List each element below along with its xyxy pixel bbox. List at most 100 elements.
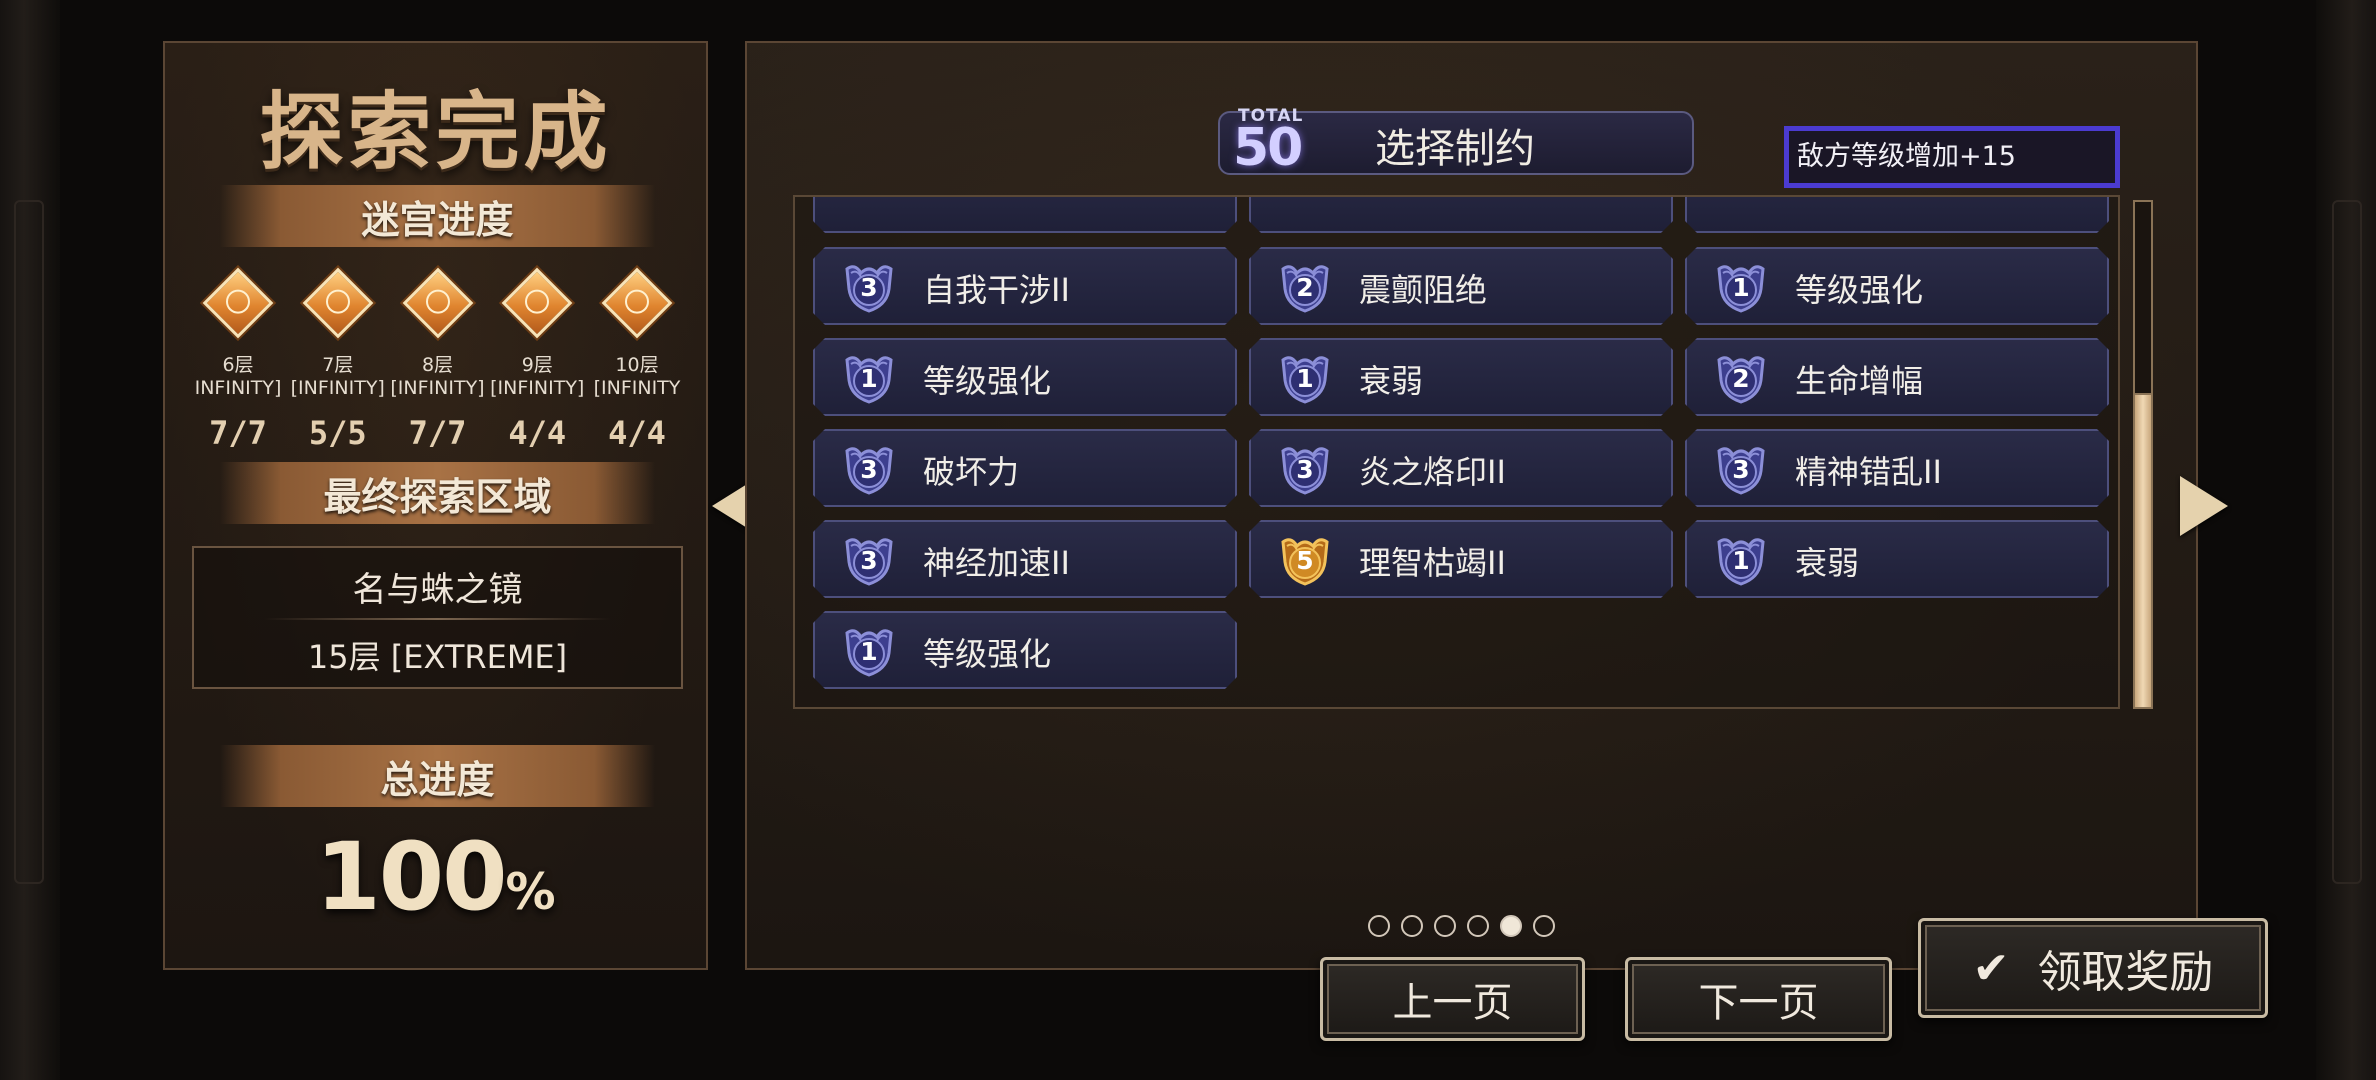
restriction-label: 震颤阻绝: [1359, 271, 1488, 309]
restriction-level: 3: [860, 546, 878, 575]
claim-reward-button[interactable]: ✔ 领取奖励: [1918, 918, 2268, 1018]
final-area-banner: 最终探索区域: [220, 462, 655, 524]
restriction-card[interactable]: 1 等级强化: [813, 611, 1237, 689]
floor-clear-icon: [601, 267, 673, 339]
select-restriction-title: 选择制约: [1375, 126, 1535, 172]
restriction-level-badge-icon: 3: [1277, 441, 1333, 497]
restriction-card-partial[interactable]: [1685, 195, 2109, 233]
floor-item: 8层 [INFINITY] 7/7: [390, 258, 486, 468]
restriction-level-badge-icon: 1: [1713, 532, 1769, 588]
prev-page-button[interactable]: 上一页: [1320, 957, 1585, 1041]
restriction-card[interactable]: 3 炎之烙印II: [1249, 429, 1673, 507]
restriction-label: 理智枯竭II: [1359, 544, 1506, 582]
floor-item: 7层 [INFINITY] 5/5: [290, 258, 386, 468]
restriction-level-badge-icon: 3: [841, 441, 897, 497]
floor-item: 9层 [INFINITY] 4/4: [489, 258, 585, 468]
restriction-level: 1: [860, 637, 878, 666]
restriction-level-badge-icon: 2: [1713, 350, 1769, 406]
total-value: 50: [1233, 118, 1303, 178]
floor-label: 8层 [INFINITY]: [390, 354, 485, 399]
floor-label: 6层 INFINITY]: [194, 354, 282, 399]
restriction-card-partial[interactable]: [1249, 195, 1673, 233]
floor-count: 7/7: [408, 414, 467, 452]
restriction-label: 破坏力: [923, 453, 1020, 491]
restriction-card[interactable]: 1 衰弱: [1685, 520, 2109, 598]
restriction-level: 1: [860, 364, 878, 393]
scrollbar-thumb[interactable]: [2133, 393, 2153, 709]
restriction-label: 神经加速II: [923, 544, 1070, 582]
restriction-card[interactable]: 1 等级强化: [813, 338, 1237, 416]
effect-tooltip: 敌方等级增加+15: [1784, 126, 2120, 188]
restriction-level: 1: [1296, 364, 1314, 393]
page-indicator: [1368, 915, 1555, 937]
next-page-button[interactable]: 下一页: [1625, 957, 1892, 1041]
restriction-level: 3: [1732, 455, 1750, 484]
labyrinth-progress-banner: 迷宫进度: [220, 185, 655, 247]
restriction-level-badge-icon: 5: [1277, 532, 1333, 588]
checkmark-icon: ✔: [1972, 942, 2010, 994]
frame-right-edge: [2316, 0, 2376, 1080]
restriction-level: 2: [1732, 364, 1750, 393]
restriction-label: 等级强化: [1795, 271, 1924, 309]
restriction-card-partial[interactable]: [813, 195, 1237, 233]
floor-progress-list: 6层 INFINITY] 7/7 7层 [INFINITY] 5/5 8层 [INFI…: [190, 258, 685, 468]
restriction-card[interactable]: 3 自我干涉II: [813, 247, 1237, 325]
total-progress-value: 100%: [165, 823, 706, 932]
restriction-label: 精神错乱II: [1795, 453, 1942, 491]
restriction-level-badge-icon: 1: [841, 350, 897, 406]
total-progress-unit: %: [505, 863, 556, 921]
divider: [264, 618, 611, 620]
restriction-card[interactable]: 3 神经加速II: [813, 520, 1237, 598]
restriction-level: 5: [1296, 546, 1314, 575]
restriction-level-badge-icon: 3: [841, 532, 897, 588]
restriction-card[interactable]: 3 破坏力: [813, 429, 1237, 507]
floor-label: 10层 [INFINITY: [593, 354, 681, 399]
restriction-level: 3: [860, 273, 878, 302]
floor-count: 5/5: [308, 414, 367, 452]
floor-item: 6层 INFINITY] 7/7: [190, 258, 286, 468]
page-dot[interactable]: [1434, 915, 1456, 937]
restriction-list[interactable]: 3 自我干涉II 2 震颤阻绝 1 等级强化 1 等级强化 1 衰弱 2 生命增幅 3 破坏力 3 炎之烙印I…: [793, 195, 2120, 709]
restriction-label: 衰弱: [1795, 544, 1860, 582]
restriction-level-badge-icon: 1: [841, 623, 897, 679]
restriction-level: 3: [860, 455, 878, 484]
final-area-box: 名与蛛之镜 15层 [EXTREME]: [192, 546, 683, 689]
page-dot[interactable]: [1500, 915, 1522, 937]
restriction-label: 生命增幅: [1795, 362, 1924, 400]
restriction-label: 等级强化: [923, 635, 1052, 673]
restriction-card[interactable]: 1 衰弱: [1249, 338, 1673, 416]
exploration-summary-panel: 探索完成 迷宫进度 6层 INFINITY] 7/7 7层 [INFINITY] 5…: [163, 41, 708, 970]
floor-count: 4/4: [608, 414, 666, 452]
page-dot[interactable]: [1467, 915, 1489, 937]
page-dot[interactable]: [1368, 915, 1390, 937]
floor-count: 4/4: [508, 414, 567, 452]
claim-reward-label: 领取奖励: [2037, 947, 2214, 998]
final-area-name: 名与蛛之镜: [352, 570, 523, 610]
restriction-level: 3: [1296, 455, 1314, 484]
restriction-label: 炎之烙印II: [1359, 453, 1506, 491]
floor-clear-icon: [501, 267, 573, 339]
next-arrow-icon[interactable]: [2180, 476, 2228, 536]
page-dot[interactable]: [1401, 915, 1423, 937]
total-progress-banner: 总进度: [220, 745, 655, 807]
restriction-level-badge-icon: 2: [1277, 259, 1333, 315]
restriction-level: 2: [1296, 273, 1314, 302]
restriction-card[interactable]: 1 等级强化: [1685, 247, 2109, 325]
floor-count: 7/7: [209, 414, 267, 452]
restriction-level-badge-icon: 1: [1713, 259, 1769, 315]
restriction-level-badge-icon: 3: [1713, 441, 1769, 497]
page-dot[interactable]: [1533, 915, 1555, 937]
restriction-level: 1: [1732, 546, 1750, 575]
floor-clear-icon: [202, 267, 274, 339]
frame-left-edge: [0, 0, 60, 1080]
floor-clear-icon: [302, 267, 374, 339]
restriction-label: 自我干涉II: [923, 271, 1070, 309]
restriction-card[interactable]: 5 理智枯竭II: [1249, 520, 1673, 598]
floor-clear-icon: [402, 267, 473, 339]
restriction-card[interactable]: 3 精神错乱II: [1685, 429, 2109, 507]
restriction-card[interactable]: 2 生命增幅: [1685, 338, 2109, 416]
final-area-floor: 15层 [EXTREME]: [307, 638, 568, 676]
floor-label: 7层 [INFINITY]: [290, 354, 385, 399]
restriction-card[interactable]: 2 震颤阻绝: [1249, 247, 1673, 325]
restriction-level: 1: [1732, 273, 1750, 302]
